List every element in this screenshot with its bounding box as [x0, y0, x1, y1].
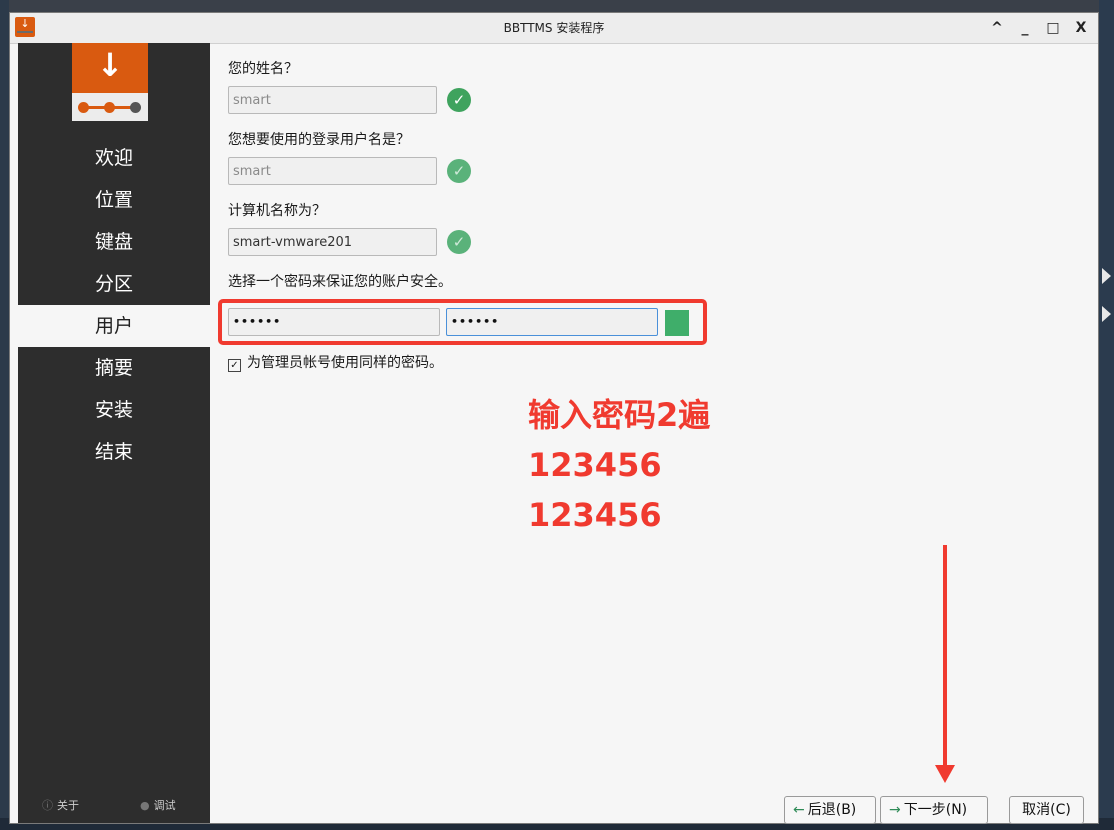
minimize-button[interactable]: _ — [1018, 20, 1032, 36]
back-arrow-icon: ← — [793, 802, 805, 818]
password-strength-indicator-icon — [665, 310, 689, 336]
progress-dot-icon — [104, 102, 115, 113]
about-label: 关于 — [57, 799, 79, 812]
title-bar: ↓ BBTTMS 安装程序 ^ _ □ X — [10, 13, 1098, 44]
close-button[interactable]: X — [1074, 20, 1088, 36]
login-valid-check-icon: ✓ — [447, 159, 471, 183]
login-name-input[interactable] — [228, 157, 437, 185]
password-input[interactable]: •••••• — [228, 308, 440, 336]
sidebar-item-finish: 结束 — [94, 441, 133, 463]
sidebar-item-keyboard: 键盘 — [94, 231, 133, 253]
debug-label: 调试 — [153, 799, 176, 812]
password-mask: •••••• — [233, 315, 282, 328]
steps-list: 欢迎 位置 键盘 分区 用户 摘要 安装 结束 — [18, 137, 210, 473]
debug-button[interactable]: ● 调试 — [140, 797, 176, 813]
hostname-input[interactable] — [228, 228, 437, 256]
installer-window: ↓ BBTTMS 安装程序 ^ _ □ X ↓ 欢迎 位置 键盘 分区 用户 摘… — [9, 12, 1099, 824]
admin-same-password-row[interactable]: ✓ 为管理员帐号使用同样的密码。 — [228, 352, 443, 372]
name-question: 您的姓名？ — [228, 61, 298, 77]
debug-icon: ● — [140, 799, 150, 812]
name-valid-check-icon: ✓ — [447, 88, 471, 112]
next-button[interactable]: → 下一步(N) — [880, 796, 988, 824]
about-button[interactable]: ⓘ 关于 — [42, 797, 79, 813]
steps-sidebar: ↓ 欢迎 位置 键盘 分区 用户 摘要 安装 结束 ⓘ 关于 ● 调试 — [18, 43, 210, 823]
shade-button[interactable]: ^ — [990, 20, 1004, 36]
password-question: 选择一个密码来保证您的账户安全。 — [228, 274, 452, 290]
sidebar-item-summary: 摘要 — [94, 357, 133, 379]
hostname-question: 计算机名称为？ — [228, 203, 326, 219]
desktop-edge-arrow-icon — [1102, 268, 1111, 284]
annotation-line-3: 123456 — [528, 496, 662, 534]
desktop-background-left — [0, 0, 9, 830]
progress-dot-icon — [78, 102, 89, 113]
annotation-arrow — [943, 545, 947, 770]
sidebar-item-location: 位置 — [94, 189, 133, 211]
sidebar-item-install: 安装 — [94, 399, 133, 421]
desktop-edge-arrow-icon — [1102, 306, 1111, 322]
maximize-button[interactable]: □ — [1046, 20, 1060, 36]
annotation-line-2: 123456 — [528, 446, 662, 484]
back-button[interactable]: ← 后退(B) — [784, 796, 876, 824]
download-arrow-icon: ↓ — [96, 46, 124, 84]
password-confirm-input[interactable]: •••••• — [446, 308, 658, 336]
back-label: 后退(B) — [807, 802, 857, 818]
progress-dot-icon — [130, 102, 141, 113]
sidebar-item-partition: 分区 — [94, 273, 133, 295]
window-controls: ^ _ □ X — [990, 13, 1088, 43]
admin-same-password-label: 为管理员帐号使用同样的密码。 — [247, 355, 443, 371]
installer-logo: ↓ — [72, 43, 148, 93]
cancel-button[interactable]: 取消(C) — [1009, 796, 1084, 824]
login-question: 您想要使用的登录用户名是？ — [228, 132, 410, 148]
window-title: BBTTMS 安装程序 — [503, 21, 605, 35]
hostname-valid-check-icon: ✓ — [447, 230, 471, 254]
sidebar-item-welcome: 欢迎 — [94, 147, 133, 169]
sidebar-item-users: 用户 — [18, 305, 210, 347]
info-icon: ⓘ — [42, 799, 53, 812]
next-label: 下一步(N) — [903, 802, 968, 818]
annotation-line-1: 输入密码2遍 — [528, 396, 711, 434]
next-arrow-icon: → — [889, 802, 901, 818]
users-page: 您的姓名？ ✓ 您想要使用的登录用户名是？ ✓ 计算机名称为？ ✓ 选择一个密码… — [210, 43, 1098, 824]
desktop-background-right — [1099, 0, 1114, 830]
annotation-arrow-head-icon — [935, 765, 955, 783]
password-confirm-mask: •••••• — [451, 315, 500, 328]
full-name-input[interactable] — [228, 86, 437, 114]
sidebar-footer: ⓘ 关于 ● 调试 — [18, 795, 210, 815]
admin-same-password-checkbox[interactable]: ✓ — [228, 359, 241, 372]
progress-logo-strip — [72, 93, 148, 121]
